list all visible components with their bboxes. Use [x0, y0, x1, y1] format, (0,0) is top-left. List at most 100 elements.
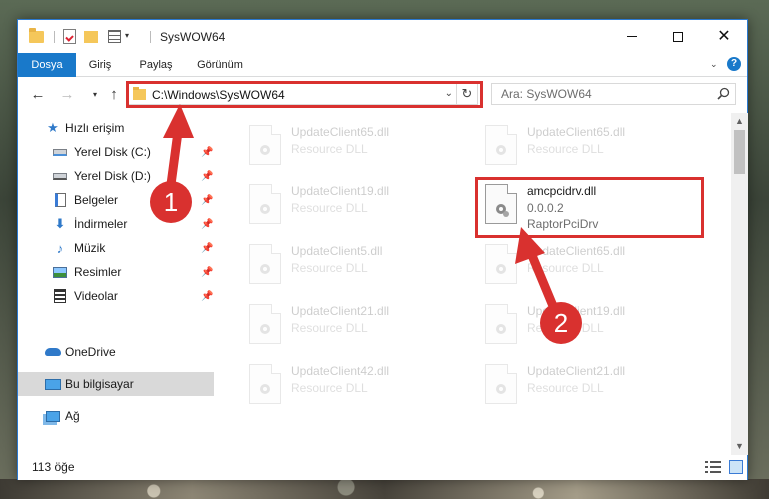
new-folder-icon[interactable] — [84, 31, 98, 43]
minimize-button[interactable] — [609, 20, 655, 53]
file-item[interactable]: UpdateClient21.dll Resource DLL — [243, 300, 473, 356]
file-name: UpdateClient42.dll — [291, 364, 390, 378]
pin-icon[interactable]: 📌 — [201, 267, 213, 278]
forward-button[interactable]: → — [59, 86, 75, 104]
pin-icon[interactable]: 📌 — [201, 291, 213, 302]
sidebar-item-local-disk-d[interactable]: Yerel Disk (D:) 📌 — [18, 164, 214, 188]
customize-view-icon[interactable] — [108, 30, 121, 43]
close-icon: ✕ — [717, 27, 731, 45]
details-view-icon[interactable] — [705, 461, 721, 473]
scroll-down-button[interactable]: ▼ — [731, 438, 748, 455]
tiles-view-icon[interactable] — [729, 460, 743, 474]
file-item[interactable]: UpdateClient19.dll Resource DLL — [479, 300, 709, 356]
pin-icon[interactable]: 📌 — [201, 219, 213, 230]
properties-icon[interactable] — [63, 29, 76, 44]
dll-file-icon — [485, 304, 517, 344]
file-item[interactable]: UpdateClient5.dll Resource DLL — [243, 240, 473, 296]
pin-icon[interactable]: 📌 — [201, 243, 213, 254]
file-description: Resource DLL — [291, 201, 368, 215]
file-list: UpdateClient65.dll Resource DLL UpdateCl… — [215, 113, 731, 455]
recent-locations-button[interactable]: ▾ — [87, 86, 103, 104]
pictures-icon — [52, 264, 68, 280]
dll-file-icon — [249, 304, 281, 344]
sidebar-item-label: Hızlı erişim — [65, 121, 125, 135]
tab-file[interactable]: Dosya — [18, 53, 76, 77]
tab-view[interactable]: Görünüm — [190, 53, 250, 77]
sidebar-item-network[interactable]: Ağ — [18, 404, 214, 428]
file-description: Resource DLL — [291, 321, 368, 335]
file-item[interactable]: UpdateClient65.dll Resource DLL — [479, 121, 709, 177]
file-item[interactable]: UpdateClient42.dll Resource DLL — [243, 360, 473, 416]
dll-file-icon — [485, 125, 517, 165]
search-icon[interactable] — [717, 87, 730, 100]
sidebar-item-quick-access[interactable]: ★ Hızlı erişim — [18, 116, 214, 140]
quick-access-dropdown-icon[interactable]: ▾ — [125, 32, 132, 40]
vertical-scrollbar[interactable]: ▲ ▼ — [731, 113, 748, 455]
sidebar-item-label: Yerel Disk (D:) — [74, 169, 151, 183]
search-input[interactable] — [492, 84, 707, 104]
file-item[interactable]: UpdateClient21.dll Resource DLL — [479, 360, 709, 416]
dll-file-icon — [249, 364, 281, 404]
sidebar-item-label: Belgeler — [74, 193, 119, 207]
file-name: UpdateClient5.dll — [291, 244, 383, 258]
file-name: UpdateClient19.dll — [291, 184, 390, 198]
gear-icon — [260, 324, 270, 334]
up-button[interactable]: ↑ — [106, 86, 122, 104]
download-icon: ⬇ — [54, 216, 66, 231]
dll-file-icon — [249, 244, 281, 284]
status-bar: 113 öğe — [18, 455, 747, 480]
sidebar-item-label: OneDrive — [65, 345, 116, 359]
file-name: UpdateClient65.dll — [527, 125, 626, 139]
file-name: UpdateClient65.dll — [527, 244, 626, 258]
computer-icon — [45, 376, 61, 392]
file-item[interactable]: UpdateClient65.dll Resource DLL — [243, 121, 473, 177]
pin-icon[interactable]: 📌 — [201, 147, 213, 158]
window-title: SysWOW64 — [160, 30, 226, 44]
drive-icon — [52, 168, 68, 184]
sidebar-item-label: İndirmeler — [74, 217, 128, 231]
pin-icon[interactable]: 📌 — [201, 195, 213, 206]
file-item[interactable]: UpdateClient65.dll Resource DLL — [479, 240, 709, 296]
gear-icon — [260, 384, 270, 394]
chevron-down-icon[interactable]: ⌄ — [710, 59, 720, 69]
pin-icon[interactable]: 📌 — [201, 171, 213, 182]
scroll-up-button[interactable]: ▲ — [731, 113, 748, 130]
sidebar-item-this-pc[interactable]: Bu bilgisayar — [18, 372, 214, 396]
close-button[interactable]: ✕ — [701, 20, 747, 53]
file-item[interactable]: UpdateClient19.dll Resource DLL — [243, 180, 473, 236]
star-icon: ★ — [47, 120, 59, 135]
maximize-button[interactable] — [655, 20, 701, 53]
file-name: UpdateClient21.dll — [527, 364, 626, 378]
step-1-badge: 1 — [150, 181, 192, 223]
file-description: Resource DLL — [291, 261, 368, 275]
sidebar-item-onedrive[interactable]: OneDrive — [18, 340, 214, 364]
tab-share[interactable]: Paylaş — [131, 53, 181, 77]
minimize-icon — [627, 36, 637, 37]
tab-home[interactable]: Giriş — [82, 53, 118, 77]
gear-icon — [260, 204, 270, 214]
sidebar-item-local-disk-c[interactable]: Yerel Disk (C:) 📌 — [18, 140, 214, 164]
sidebar-item-label: Videolar — [74, 289, 118, 303]
gear-icon — [496, 264, 506, 274]
sidebar-item-videos[interactable]: Videolar 📌 — [18, 284, 214, 308]
maximize-icon — [673, 31, 683, 42]
sidebar-item-label: Resimler — [74, 265, 122, 279]
gear-icon — [496, 324, 506, 334]
file-description: Resource DLL — [527, 142, 604, 156]
back-button[interactable]: ← — [30, 86, 46, 104]
scrollbar-thumb[interactable] — [734, 130, 745, 174]
separator — [150, 31, 151, 43]
separator — [54, 31, 55, 43]
desktop-background — [0, 479, 769, 499]
search-box[interactable] — [491, 83, 736, 105]
sidebar-item-pictures[interactable]: Resimler 📌 — [18, 260, 214, 284]
sidebar-item-music[interactable]: ♪ Müzik 📌 — [18, 236, 214, 260]
navigation-pane: ★ Hızlı erişim Yerel Disk (C:) 📌 Yerel D… — [18, 113, 214, 455]
drive-icon — [52, 144, 68, 160]
gear-icon — [260, 145, 270, 155]
file-description: Resource DLL — [291, 142, 368, 156]
help-icon[interactable]: ? — [727, 57, 741, 71]
file-name: UpdateClient21.dll — [291, 304, 390, 318]
file-highlight-box — [475, 177, 704, 238]
dll-file-icon — [249, 125, 281, 165]
